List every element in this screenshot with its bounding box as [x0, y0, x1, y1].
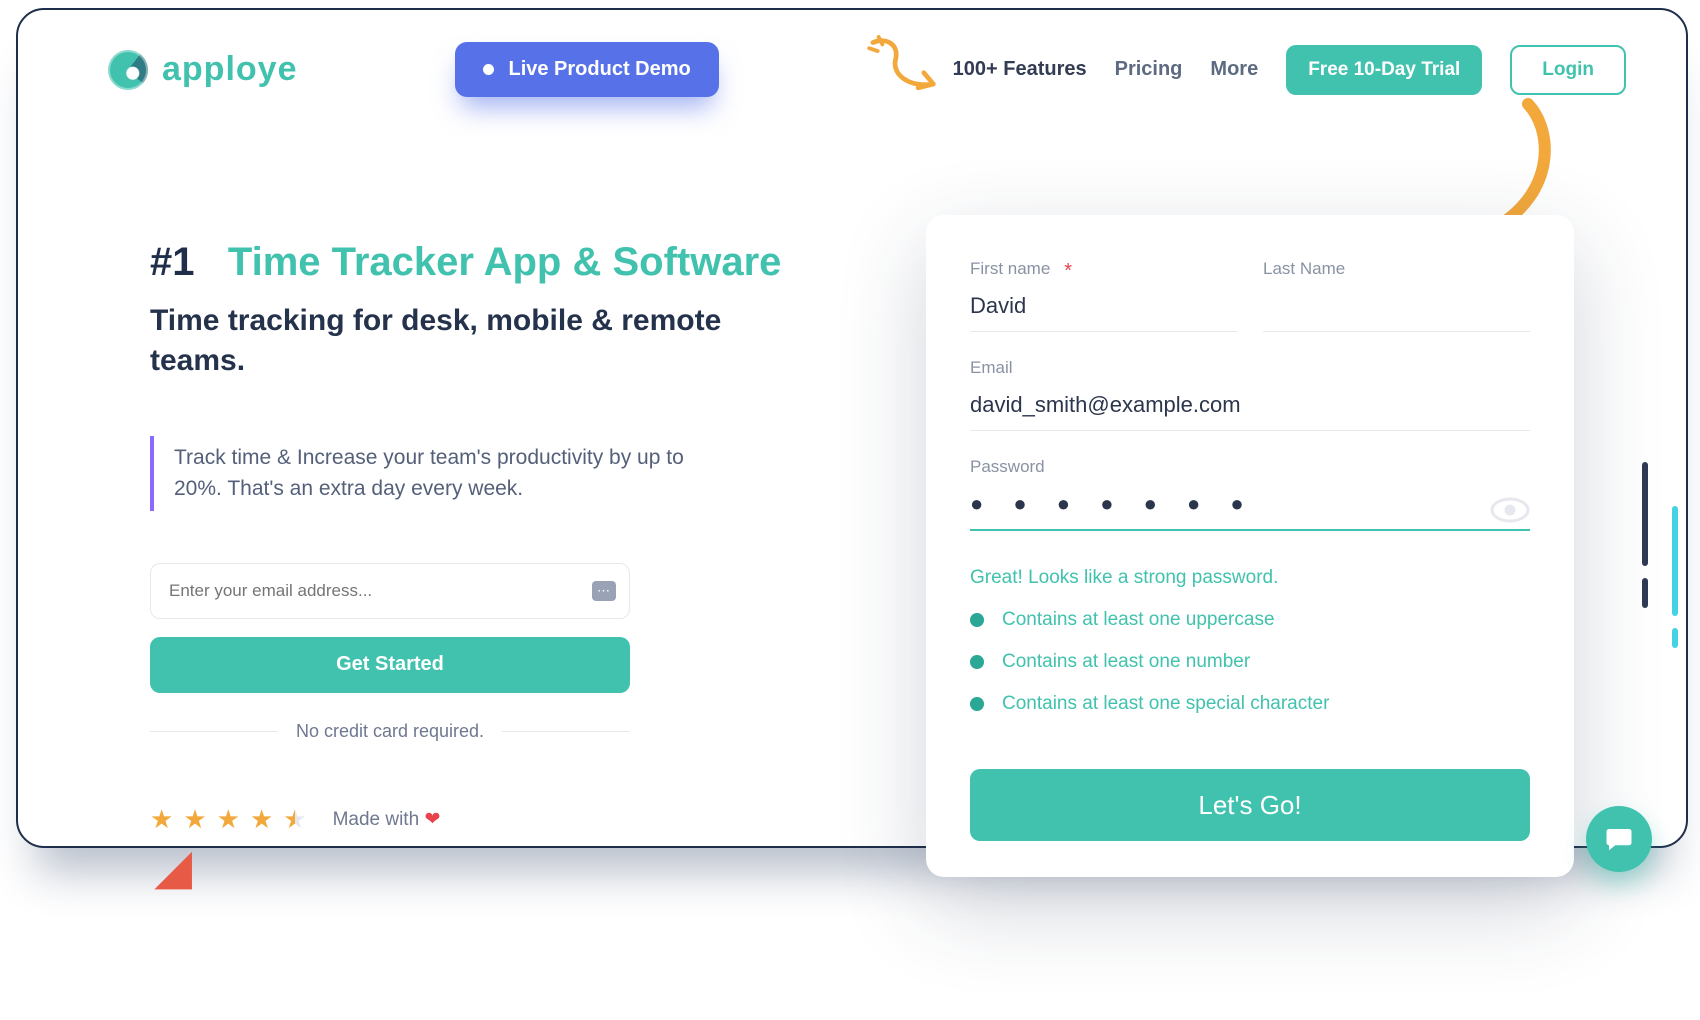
live-demo-button[interactable]: Live Product Demo [455, 42, 718, 97]
first-name-label: First name [970, 259, 1050, 279]
made-with-label: Made with ❤ [333, 808, 441, 831]
chat-icon [1604, 824, 1634, 854]
password-strength-msg: Great! Looks like a strong password. [970, 567, 1530, 589]
brand-name: apploye [162, 50, 297, 89]
email-field: Email [970, 358, 1530, 431]
hero-section: #1 Time Tracker App & Software Time trac… [150, 238, 800, 835]
star-half-icon: ★ [283, 804, 306, 835]
live-dot-icon [483, 64, 494, 75]
eye-icon [1490, 497, 1530, 523]
password-rules: Contains at least one uppercase Contains… [970, 609, 1530, 715]
partner-logo-cropped: ◢ [156, 840, 191, 894]
first-name-input[interactable] [970, 283, 1237, 332]
chat-launcher[interactable] [1586, 806, 1652, 872]
last-name-input[interactable] [1263, 283, 1530, 332]
star-icon: ★ [183, 804, 206, 835]
check-dot-icon [970, 655, 984, 669]
hero-subtitle: Time tracking for desk, mobile & remote … [150, 301, 800, 382]
nav-link-pricing[interactable]: Pricing [1115, 58, 1183, 81]
no-credit-card-note: No credit card required. [150, 721, 630, 742]
password-input[interactable] [970, 481, 1530, 531]
submit-signup-button[interactable]: Let's Go! [970, 769, 1530, 841]
top-nav: apploye Live Product Demo 100+ Features … [18, 10, 1686, 97]
star-icon: ★ [217, 804, 240, 835]
email-capture: ⋯ [150, 563, 630, 619]
email-input[interactable] [150, 563, 630, 619]
star-icon: ★ [150, 804, 173, 835]
rule-special: Contains at least one special character [970, 693, 1530, 715]
no-credit-card-text: No credit card required. [296, 721, 484, 742]
attention-squiggle-icon [865, 35, 945, 101]
password-label: Password [970, 457, 1045, 477]
nav-link-features[interactable]: 100+ Features [953, 58, 1087, 81]
live-demo-label: Live Product Demo [508, 58, 690, 81]
signup-email-input[interactable] [970, 382, 1530, 431]
first-name-field: First name * [970, 259, 1237, 332]
hero-quote: Track time & Increase your team's produc… [150, 436, 734, 511]
toggle-password-visibility[interactable] [1490, 497, 1530, 523]
last-name-field: Last Name [1263, 259, 1530, 332]
email-label: Email [970, 358, 1013, 378]
check-dot-icon [970, 697, 984, 711]
keyboard-icon: ⋯ [592, 581, 616, 601]
last-name-label: Last Name [1263, 259, 1345, 279]
rule-uppercase: Contains at least one uppercase [970, 609, 1530, 631]
heart-icon: ❤ [424, 809, 440, 830]
rating-row: ★ ★ ★ ★ ★ Made with ❤ [150, 804, 800, 835]
check-dot-icon [970, 613, 984, 627]
hero-title: #1 Time Tracker App & Software [150, 238, 800, 287]
hero-title-hash: #1 [150, 240, 195, 284]
login-button[interactable]: Login [1510, 45, 1626, 95]
brand-logo[interactable]: apploye [108, 50, 297, 90]
password-field: Password [970, 457, 1530, 531]
nav-link-more[interactable]: More [1210, 58, 1258, 81]
brand-logo-icon [108, 50, 148, 90]
star-icon: ★ [250, 804, 273, 835]
signup-card: First name * Last Name Email Password [926, 215, 1574, 877]
get-started-button[interactable]: Get Started [150, 637, 630, 693]
free-trial-button[interactable]: Free 10-Day Trial [1286, 45, 1482, 95]
rule-number: Contains at least one number [970, 651, 1530, 673]
hero-title-main: Time Tracker App & Software [228, 240, 782, 284]
